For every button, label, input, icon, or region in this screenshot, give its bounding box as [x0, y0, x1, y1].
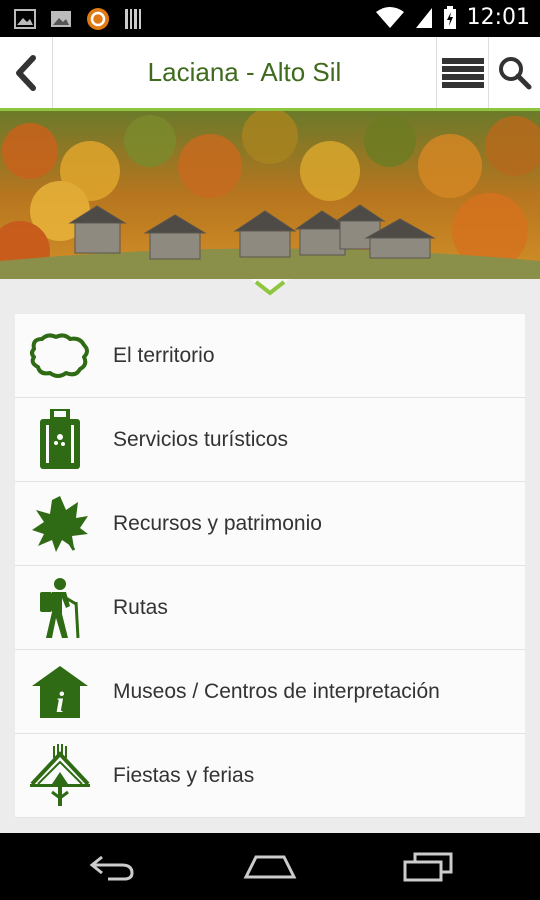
menu-area: El territorio Servicios turísticos Recur…: [0, 279, 540, 833]
menu-item-label: Rutas: [113, 595, 168, 619]
menu-item-servicios[interactable]: Servicios turísticos: [15, 398, 525, 482]
status-bar: 12:01: [0, 0, 540, 37]
territory-map-icon: [30, 332, 89, 378]
home-nav-icon: [243, 855, 297, 878]
luggage-icon: [40, 408, 80, 469]
status-time: 12:01: [466, 5, 530, 30]
list-view-icon: [442, 57, 484, 88]
menu-item-label: Fiestas y ferias: [113, 763, 255, 787]
chevron-down-icon: [250, 279, 290, 296]
menu-item-recursos[interactable]: Recursos y patrimonio: [15, 482, 525, 566]
menu-item-fiestas[interactable]: Fiestas y ferias: [15, 734, 525, 818]
leaf-icon: [32, 495, 88, 552]
chevron-left-icon: [16, 54, 36, 91]
festival-arch-icon: [30, 743, 90, 806]
info-house-icon: i: [32, 665, 88, 719]
nav-back-button[interactable]: [52, 833, 172, 900]
menu-item-label: El territorio: [113, 343, 215, 367]
signal-icon: [415, 7, 432, 28]
menu-item-label: Museos / Centros de interpretación: [113, 679, 440, 703]
recents-nav-icon: [403, 852, 453, 881]
wifi-icon: [375, 6, 404, 28]
menu-item-rutas[interactable]: Rutas: [15, 566, 525, 650]
nav-home-button[interactable]: [210, 833, 330, 900]
main-menu: El territorio Servicios turísticos Recur…: [15, 314, 525, 818]
menu-item-territorio[interactable]: El territorio: [15, 314, 525, 398]
back-button[interactable]: [0, 37, 53, 108]
back-nav-icon: [89, 855, 134, 880]
hero-image: [0, 111, 540, 279]
sync-app-icon: [87, 8, 109, 30]
image-icon: [14, 9, 36, 29]
system-nav-bar: [0, 833, 540, 900]
battery-icon: [443, 5, 456, 29]
gallery-icon: [51, 11, 71, 27]
search-icon: [499, 56, 532, 89]
nav-recents-button[interactable]: [368, 833, 488, 900]
app-header: Laciana - Alto Sil: [0, 37, 540, 111]
page-title: Laciana - Alto Sil: [147, 57, 342, 87]
search-button[interactable]: [488, 37, 540, 108]
menu-item-label: Recursos y patrimonio: [113, 511, 322, 535]
list-view-button[interactable]: [436, 37, 489, 108]
menu-item-museos[interactable]: i Museos / Centros de interpretación: [15, 650, 525, 734]
svg-text:i: i: [56, 686, 65, 719]
barcode-icon: [125, 9, 141, 29]
menu-item-label: Servicios turísticos: [113, 427, 289, 451]
hiker-icon: [40, 577, 80, 638]
